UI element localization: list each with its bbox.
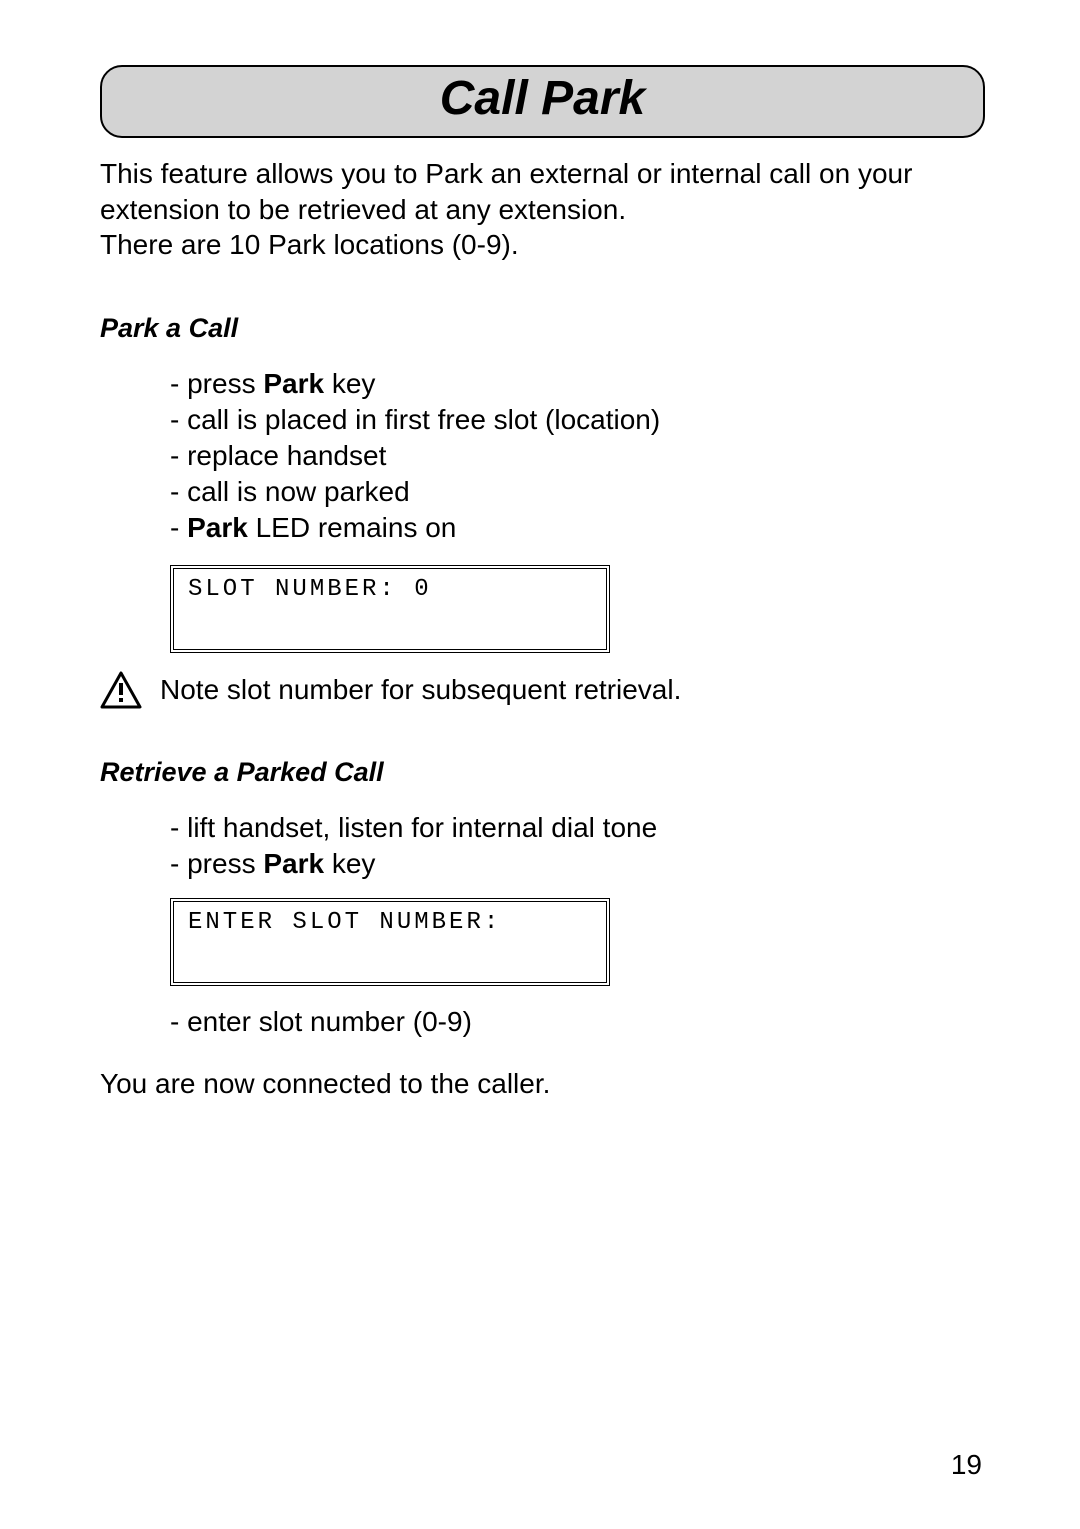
page-title: Call Park xyxy=(440,72,645,125)
intro-line-1: This feature allows you to Park an exter… xyxy=(100,158,912,225)
lcd-display-enter-slot: ENTER SLOT NUMBER: xyxy=(170,898,610,986)
step-row: - lift handset, listen for internal dial… xyxy=(170,810,985,846)
lcd-text: ENTER SLOT NUMBER: xyxy=(188,910,501,936)
step-text: key xyxy=(324,368,375,399)
step-text: - press xyxy=(170,848,263,879)
section-heading-park-a-call: Park a Call xyxy=(100,313,985,344)
step-row: - call is placed in first free slot (loc… xyxy=(170,402,985,438)
lcd-text: SLOT NUMBER: 0 xyxy=(188,577,432,603)
step-row: - press Park key xyxy=(170,366,985,402)
closing-text: You are now connected to the caller. xyxy=(100,1068,985,1100)
step-text: LED remains on xyxy=(248,512,457,543)
step-row: - Park LED remains on xyxy=(170,510,985,546)
step-row: - press Park key xyxy=(170,846,985,882)
step-bold: Park xyxy=(263,848,324,879)
warning-note-row: Note slot number for subsequent retrieva… xyxy=(100,671,985,709)
warning-note-text: Note slot number for subsequent retrieva… xyxy=(160,674,681,706)
park-call-steps: - press Park key - call is placed in fir… xyxy=(170,366,985,545)
step-text: - xyxy=(170,512,187,543)
warning-icon xyxy=(100,671,142,709)
document-page: Call Park This feature allows you to Par… xyxy=(0,0,1080,1160)
lcd-display-slot-number: SLOT NUMBER: 0 xyxy=(170,565,610,653)
title-banner: Call Park xyxy=(100,65,985,138)
intro-paragraph: This feature allows you to Park an exter… xyxy=(100,156,985,263)
step-text: key xyxy=(324,848,375,879)
step-bold: Park xyxy=(187,512,248,543)
step-bold: Park xyxy=(263,368,324,399)
step-row: - replace handset xyxy=(170,438,985,474)
step-text: - press xyxy=(170,368,263,399)
page-number: 19 xyxy=(951,1449,982,1481)
after-lcd-step: - enter slot number (0-9) xyxy=(170,1004,985,1040)
section-heading-retrieve-call: Retrieve a Parked Call xyxy=(100,757,985,788)
intro-line-2: There are 10 Park locations (0-9). xyxy=(100,229,519,260)
step-row: - call is now parked xyxy=(170,474,985,510)
retrieve-call-steps: - lift handset, listen for internal dial… xyxy=(170,810,985,882)
